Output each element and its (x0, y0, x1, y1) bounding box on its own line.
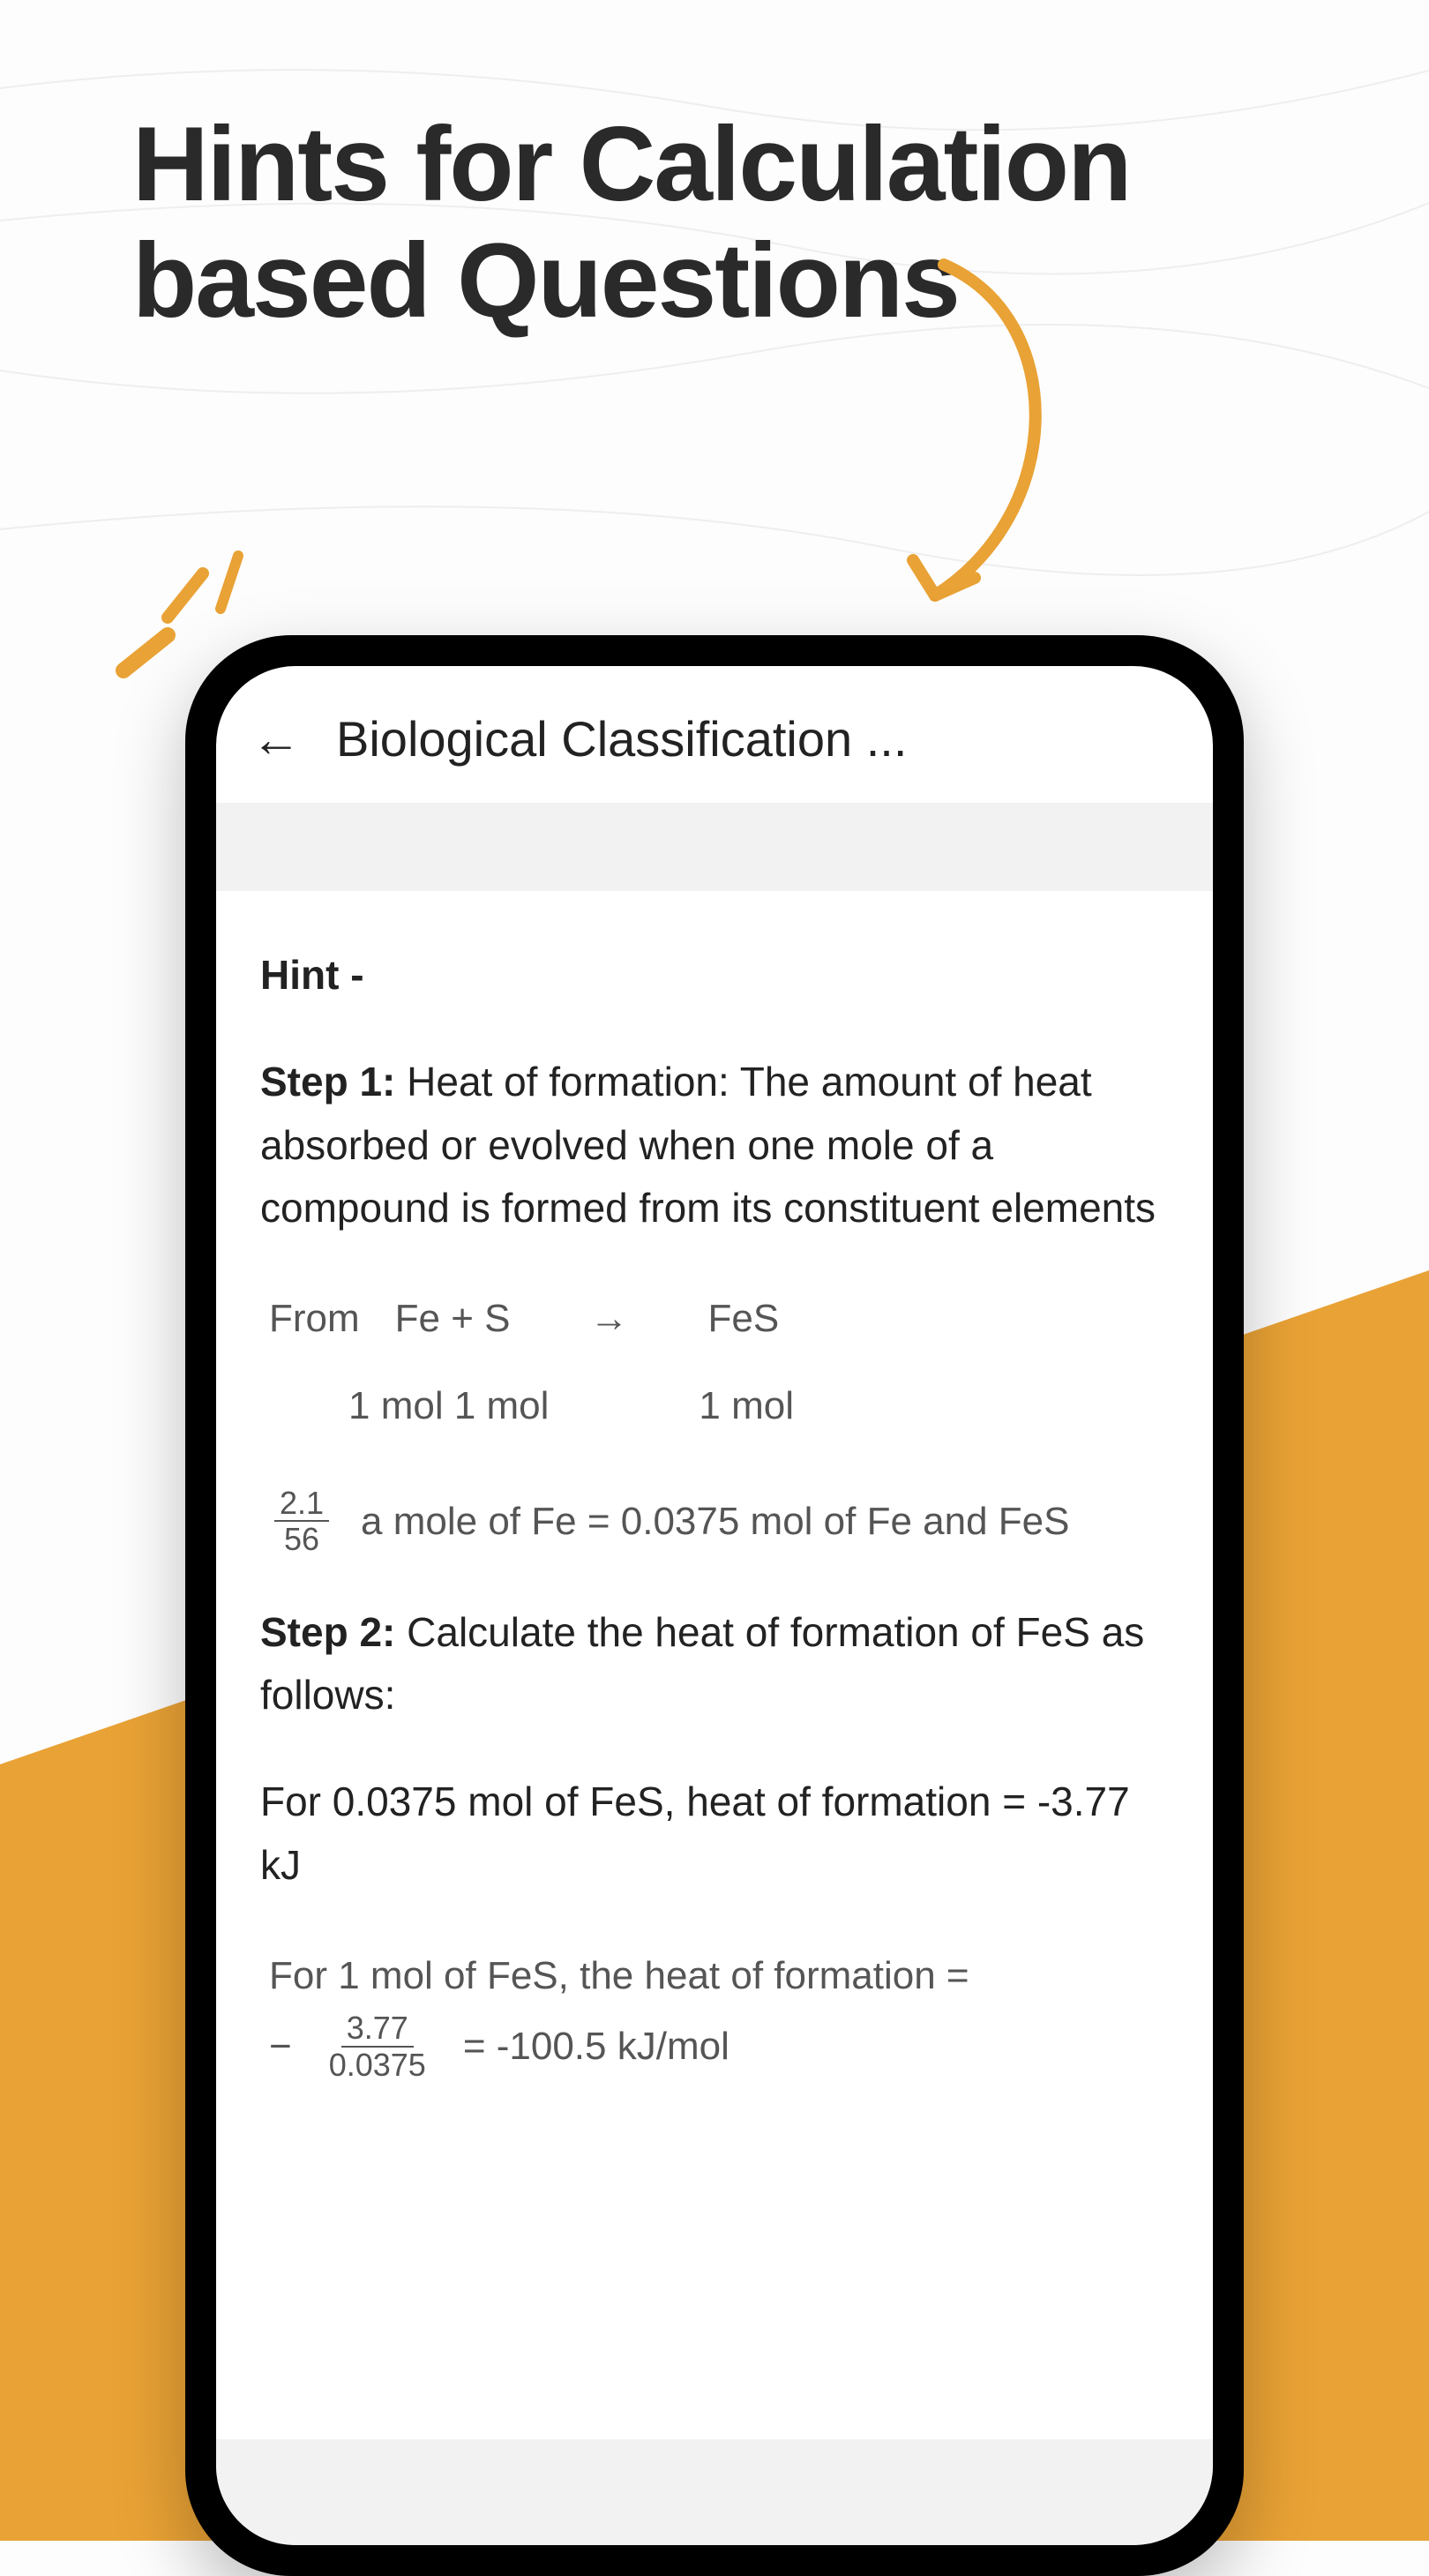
hint-label: Hint - (260, 944, 1169, 1007)
back-arrow-icon[interactable]: ← (251, 715, 301, 764)
section-divider (216, 803, 1213, 891)
fraction-3p77-0p0375: 3.77 0.0375 (324, 2011, 431, 2082)
phone-frame: ← Biological Classification ... Hint - S… (185, 635, 1244, 2576)
calc-line-2: For 1 mol of FeS, the heat of formation … (269, 1941, 1160, 2082)
eq-sub-lhs: 1 mol 1 mol (348, 1371, 549, 1441)
app-header: ← Biological Classification ... (216, 666, 1213, 803)
step-1-text: Heat of formation: The amount of heat ab… (260, 1059, 1156, 1231)
minus-sign: − (269, 2011, 292, 2081)
arrow-right-icon: → (590, 1284, 629, 1353)
step-2-label: Step 2: (260, 1609, 395, 1655)
step-2-block: Step 2: Calculate the heat of formation … (260, 1601, 1169, 1727)
calc2-pre: For 1 mol of FeS, the heat of formation … (269, 1941, 1160, 2011)
calc2-result: = -100.5 kJ/mol (463, 2011, 729, 2081)
equation-mole-calc: 2.1 56 a mole of Fe = 0.0375 mol of Fe a… (269, 1486, 1160, 1557)
calc-line-1: For 0.0375 mol of FeS, heat of formation… (260, 1771, 1169, 1897)
bottom-divider (216, 2439, 1213, 2545)
step-1-label: Step 1: (260, 1059, 395, 1105)
headline-line1: Hints for Calculation (132, 106, 1130, 222)
pointer-arrow-icon (838, 247, 1085, 635)
phone-screen: ← Biological Classification ... Hint - S… (216, 666, 1213, 2545)
eq-rhs: FeS (708, 1284, 780, 1353)
sparkle-icon (88, 529, 265, 706)
fraction-2p1-56: 2.1 56 (274, 1486, 329, 1557)
eq-from: From (269, 1284, 360, 1353)
eq-lhs: Fe + S (395, 1284, 511, 1353)
screen-title: Biological Classification ... (336, 710, 907, 768)
eq-sub-rhs: 1 mol (699, 1371, 794, 1441)
mole-calc-text: a mole of Fe = 0.0375 mol of Fe and FeS (361, 1486, 1069, 1556)
equation-reaction: From Fe + S → FeS 1 mol 1 mol 1 mol (269, 1284, 1160, 1441)
step-1-block: Step 1: Heat of formation: The amount of… (260, 1051, 1169, 1239)
hint-content: Hint - Step 1: Heat of formation: The am… (216, 891, 1213, 2439)
